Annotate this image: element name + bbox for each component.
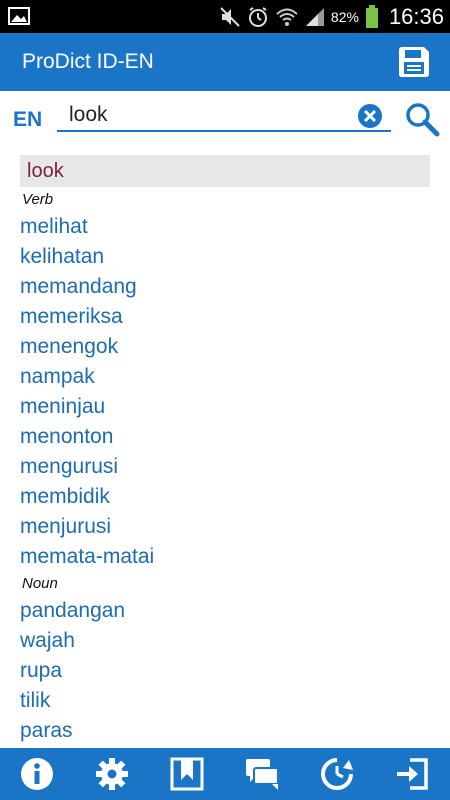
translation-item[interactable]: wajah	[20, 629, 75, 653]
translation-item[interactable]: memeriksa	[20, 305, 123, 329]
translation-item[interactable]: paras	[20, 719, 73, 743]
signal-icon	[305, 7, 324, 26]
bookmarks-icon[interactable]	[169, 756, 205, 792]
action-bar: ProDict ID-EN	[0, 33, 450, 91]
info-icon[interactable]	[19, 756, 55, 792]
translation-item[interactable]: menengok	[20, 335, 118, 359]
alarm-icon	[248, 6, 267, 27]
save-icon[interactable]	[396, 44, 432, 80]
search-field[interactable]	[57, 99, 391, 132]
translation-item[interactable]: nampak	[20, 365, 95, 389]
translation-item[interactable]: memandang	[20, 275, 137, 299]
search-input[interactable]	[69, 103, 339, 127]
search-row: EN	[0, 91, 450, 149]
translation-item[interactable]: meninjau	[20, 395, 105, 419]
history-icon[interactable]	[319, 756, 355, 792]
translation-item[interactable]: menjurusi	[20, 515, 111, 539]
translation-item[interactable]: memata-matai	[20, 545, 154, 569]
app-title: ProDict ID-EN	[22, 50, 154, 73]
mute-icon	[220, 6, 240, 27]
headword: look	[27, 160, 64, 182]
translation-item[interactable]: melihat	[20, 215, 88, 239]
translation-item[interactable]: pandangan	[20, 599, 125, 623]
language-toggle[interactable]: EN	[13, 108, 42, 132]
translation-item[interactable]: menonton	[20, 425, 113, 449]
clear-icon[interactable]	[357, 103, 383, 129]
headword-row[interactable]: look	[20, 155, 430, 187]
chat-icon[interactable]	[244, 756, 280, 792]
translation-item[interactable]: mengurusi	[20, 455, 118, 479]
battery-icon	[365, 4, 378, 28]
search-icon[interactable]	[404, 101, 440, 137]
pos-label: Noun	[22, 575, 58, 592]
clock: 16:36	[388, 3, 444, 29]
bottom-toolbar	[0, 748, 450, 800]
battery-percent: 82%	[330, 8, 359, 25]
exit-icon[interactable]	[394, 756, 430, 792]
translation-item[interactable]: membidik	[20, 485, 110, 509]
status-bar: 82% 16:36	[0, 0, 450, 33]
translation-item[interactable]: tilik	[20, 689, 50, 713]
wifi-icon	[276, 8, 298, 26]
translation-item[interactable]: kelihatan	[20, 245, 104, 269]
settings-icon[interactable]	[94, 756, 130, 792]
translation-item[interactable]: rupa	[20, 659, 62, 683]
gallery-icon	[8, 7, 30, 25]
pos-label: Verb	[22, 191, 54, 208]
